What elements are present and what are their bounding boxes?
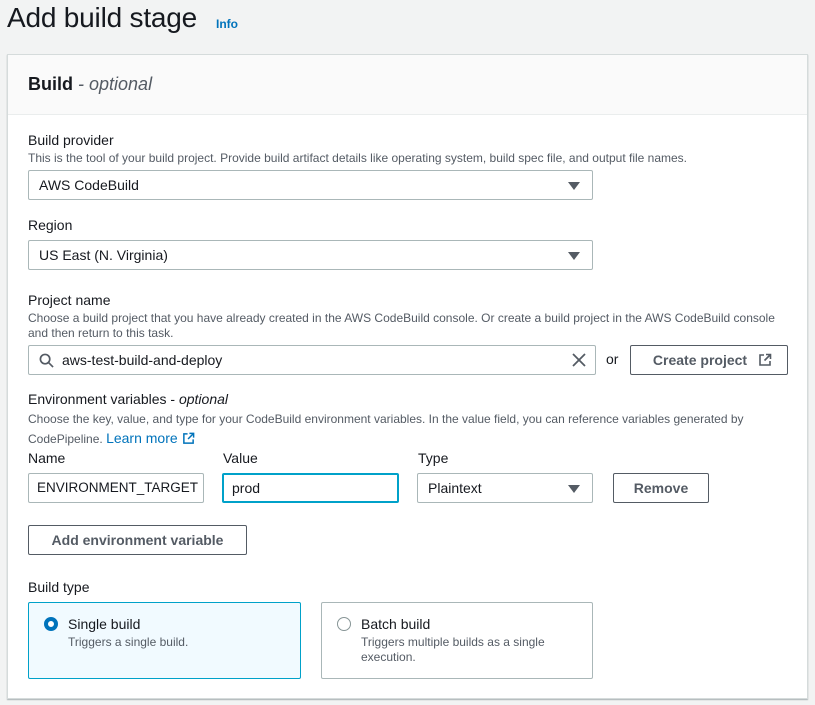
panel-header: Build - optional — [8, 55, 807, 115]
env-col-value: Value — [223, 450, 258, 466]
build-provider-description: This is the tool of your build project. … — [28, 151, 688, 165]
env-name-input[interactable]: ENVIRONMENT_TARGET — [28, 473, 204, 503]
batch-build-radio[interactable] — [337, 617, 351, 631]
batch-build-option[interactable]: Batch build Triggers multiple builds as … — [321, 602, 593, 679]
env-vars-label: Environment variables - optional — [28, 391, 229, 407]
caret-down-icon — [568, 182, 580, 190]
batch-build-title: Batch build — [361, 616, 431, 632]
env-type-select[interactable]: Plaintext — [417, 473, 593, 503]
build-panel: Build - optional Build provider This is … — [7, 54, 808, 699]
env-col-type: Type — [418, 450, 449, 466]
build-provider-label: Build provider — [28, 132, 114, 148]
region-label: Region — [28, 217, 73, 233]
project-name-label: Project name — [28, 292, 111, 308]
panel-title-suffix: - optional — [78, 74, 153, 94]
learn-more-link[interactable]: Learn more — [106, 430, 194, 446]
env-value-input[interactable]: prod — [222, 473, 399, 503]
or-text: or — [606, 351, 619, 367]
create-project-button[interactable]: Create project — [630, 345, 788, 375]
clear-icon[interactable] — [572, 353, 586, 367]
remove-env-var-button[interactable]: Remove — [613, 473, 709, 503]
region-select[interactable]: US East (N. Virginia) — [28, 240, 593, 270]
single-build-option[interactable]: Single build Triggers a single build. — [28, 602, 301, 679]
project-name-value: aws-test-build-and-deploy — [62, 352, 223, 368]
build-type-label: Build type — [28, 579, 90, 595]
build-provider-select[interactable]: AWS CodeBuild — [28, 170, 593, 200]
env-col-name: Name — [28, 450, 66, 466]
project-name-description: Choose a build project that you have alr… — [28, 311, 775, 340]
external-link-icon — [759, 353, 772, 366]
caret-down-icon — [568, 485, 580, 493]
info-link[interactable]: Info — [216, 17, 238, 31]
external-link-icon — [182, 432, 194, 444]
project-name-search-input[interactable]: aws-test-build-and-deploy — [28, 345, 596, 375]
env-type-value: Plaintext — [428, 480, 482, 496]
build-provider-value: AWS CodeBuild — [39, 177, 139, 193]
search-icon — [39, 353, 54, 368]
batch-build-description: Triggers multiple builds as a single exe… — [361, 635, 545, 664]
env-vars-description: Choose the key, value, and type for your… — [28, 412, 744, 446]
single-build-title: Single build — [68, 616, 141, 632]
region-value: US East (N. Virginia) — [39, 247, 168, 263]
panel-title: Build — [28, 74, 73, 94]
caret-down-icon — [568, 252, 580, 260]
page-title: Add build stage — [7, 2, 198, 33]
single-build-radio[interactable] — [44, 617, 58, 631]
add-env-var-button[interactable]: Add environment variable — [28, 525, 247, 555]
create-project-label: Create project — [652, 352, 748, 368]
single-build-description: Triggers a single build. — [68, 635, 189, 649]
